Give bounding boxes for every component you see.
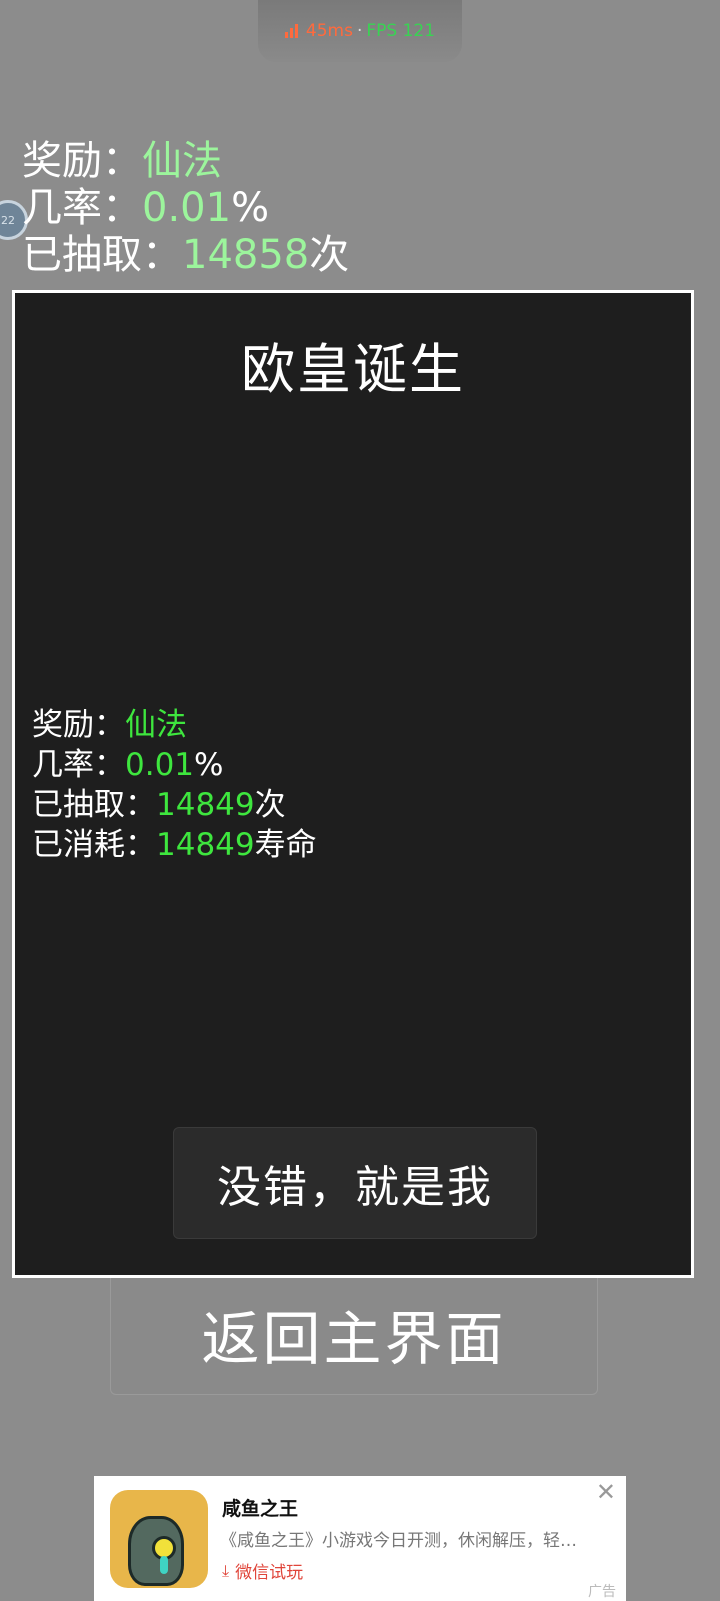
return-home-button[interactable]: 返回主界面 (110, 1274, 598, 1395)
draws-label: 已抽取： (32, 787, 156, 823)
rate-suffix: % (194, 747, 224, 783)
bg-draws-suffix: 次 (309, 232, 350, 278)
confirm-button[interactable]: 没错，就是我 (173, 1127, 537, 1239)
consumed-suffix: 寿命 (254, 827, 317, 863)
bg-reward-row: 奖励：仙法 (22, 138, 349, 185)
bg-rate-label: 几率： (22, 185, 142, 231)
reward-value: 仙法 (125, 707, 187, 743)
download-icon: ⤓ (222, 1560, 230, 1580)
fps-text: FPS 121 (366, 21, 436, 41)
consumed-row: 已消耗：14849寿命 (32, 825, 317, 865)
rate-value: 0.01 (125, 747, 195, 783)
draws-suffix: 次 (254, 787, 286, 823)
result-stats: 奖励：仙法 几率：0.01% 已抽取：14849次 已消耗：14849寿命 (32, 705, 317, 865)
perf-separator: · (356, 21, 363, 41)
ad-tag: 广告 (588, 1584, 616, 1600)
game-app-icon[interactable] (110, 1490, 208, 1588)
performance-indicator: 45ms · FPS 121 (258, 0, 462, 62)
bg-draws-value: 14858 (182, 232, 310, 278)
tear-icon (160, 1556, 168, 1574)
background-stats: 奖励：仙法 几率：0.01% 已抽取：14858次 (22, 138, 349, 279)
rate-label: 几率： (32, 747, 125, 783)
consumed-value: 14849 (156, 827, 255, 863)
bg-reward-value: 仙法 (142, 138, 222, 184)
latency-text: 45ms (305, 21, 353, 41)
draws-value: 14849 (156, 787, 255, 823)
dialog-title: 欧皇诞生 (241, 338, 465, 401)
bg-rate-row: 几率：0.01% (22, 185, 349, 232)
ad-banner[interactable]: 咸鱼之王 《咸鱼之王》小游戏今日开测，休闲解压，轻… ⤓ 微信试玩 ✕ 广告 (94, 1476, 626, 1601)
rate-row: 几率：0.01% (32, 745, 317, 785)
ad-title: 咸鱼之王 (222, 1498, 299, 1520)
bg-rate-suffix: % (231, 185, 270, 231)
reward-row: 奖励：仙法 (32, 705, 317, 745)
close-icon[interactable]: ✕ (596, 1480, 616, 1504)
bg-draws-label: 已抽取： (22, 232, 182, 278)
ad-try-button[interactable]: ⤓ 微信试玩 (222, 1558, 304, 1584)
bg-draws-row: 已抽取：14858次 (22, 232, 349, 279)
result-dialog: 欧皇诞生 奖励：仙法 几率：0.01% 已抽取：14849次 已消耗：14849… (12, 290, 694, 1278)
signal-icon (284, 24, 298, 38)
bg-rate-value: 0.01 (142, 185, 232, 231)
consumed-label: 已消耗： (32, 827, 156, 863)
reward-label: 奖励： (32, 707, 125, 743)
bg-reward-label: 奖励： (22, 138, 142, 184)
draws-row: 已抽取：14849次 (32, 785, 317, 825)
ad-cta-label: 微信试玩 (235, 1563, 304, 1583)
ad-description: 《咸鱼之王》小游戏今日开测，休闲解压，轻… (220, 1531, 577, 1551)
